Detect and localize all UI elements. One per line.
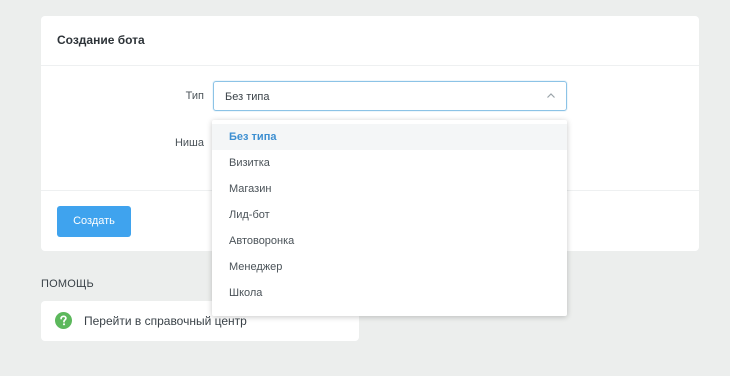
help-heading: ПОМОЩЬ xyxy=(41,278,94,290)
type-dropdown-menu: Без типа Визитка Магазин Лид-бот Автовор… xyxy=(212,120,567,316)
type-label: Тип xyxy=(185,90,204,102)
chevron-up-icon xyxy=(547,93,555,98)
dropdown-item-lead-bot[interactable]: Лид-бот xyxy=(212,202,567,228)
dropdown-item-autofunnel[interactable]: Автоворонка xyxy=(212,228,567,254)
dropdown-item-school[interactable]: Школа xyxy=(212,280,567,306)
help-link-label: Перейти в справочный центр xyxy=(84,314,247,328)
type-select-value: Без типа xyxy=(225,91,270,103)
create-button[interactable]: Создать xyxy=(57,206,131,237)
dropdown-item-business-card[interactable]: Визитка xyxy=(212,150,567,176)
niche-label: Ниша xyxy=(174,137,204,149)
dropdown-item-no-type[interactable]: Без типа xyxy=(212,124,567,150)
card-title: Создание бота xyxy=(57,33,145,47)
question-circle-icon xyxy=(55,312,72,329)
dropdown-item-shop[interactable]: Магазин xyxy=(212,176,567,202)
card-header: Создание бота xyxy=(41,16,699,66)
type-select[interactable]: Без типа xyxy=(213,81,567,111)
dropdown-item-manager[interactable]: Менеджер xyxy=(212,254,567,280)
